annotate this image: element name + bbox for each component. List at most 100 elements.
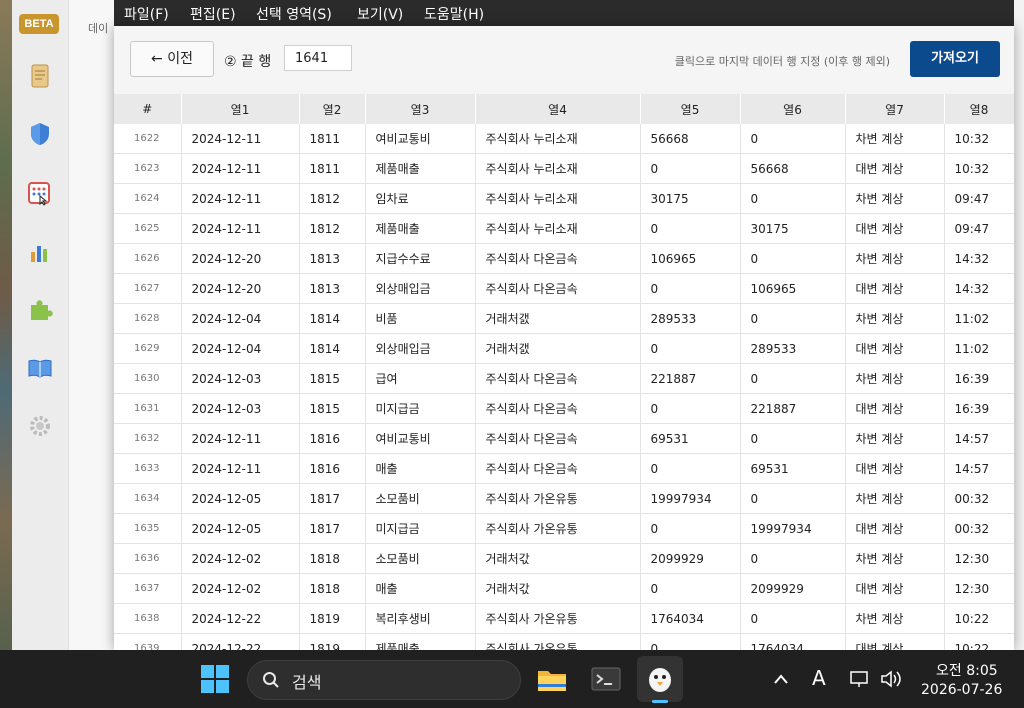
table-cell-col8[interactable]: 16:39 [944,393,1014,424]
table-row[interactable]: 1631 2024-12-03 1815 미지급금 주식회사 다온금속 0 221887 대변… [114,393,1014,424]
shield-icon[interactable] [26,120,54,148]
table-cell-col3[interactable]: 소모품비 [365,543,476,574]
table-cell-col3[interactable]: 복리후생비 [365,603,476,634]
table-cell-col3[interactable]: 소모품비 [365,483,476,514]
scroll-icon[interactable] [26,62,54,90]
taskbar-search-box[interactable] [247,660,521,700]
table-cell-col8[interactable]: 09:47 [944,183,1014,214]
table-cell-col4[interactable]: 주식회사 누리소재 [475,153,641,184]
row-number[interactable]: 1626 [114,243,182,274]
table-cell-col3[interactable]: 제품매출 [365,153,476,184]
table-cell-col4[interactable]: 주식회사 누리소재 [475,183,641,214]
table-cell-col4[interactable]: 주식회사 가온유통 [475,603,641,634]
table-cell-col3[interactable]: 비품 [365,303,476,334]
table-cell-col1[interactable]: 2024-12-11 [181,423,300,454]
table-cell-col5[interactable]: 30175 [640,183,741,214]
table-cell-col7[interactable]: 대변 계상 [845,453,945,484]
table-row[interactable]: 1626 2024-12-20 1813 지급수수료 주식회사 다온금속 106965 0 차… [114,243,1014,274]
table-cell-col2[interactable]: 1819 [299,603,366,634]
table-cell-col6[interactable]: 0 [740,243,846,274]
table-cell-col1[interactable]: 2024-12-03 [181,363,300,394]
table-cell-col2[interactable]: 1815 [299,393,366,424]
row-number[interactable]: 1639 [114,633,182,650]
table-cell-col6[interactable]: 106965 [740,273,846,304]
table-cell-col2[interactable]: 1817 [299,513,366,544]
table-cell-col8[interactable]: 14:57 [944,423,1014,454]
table-cell-col8[interactable]: 10:32 [944,124,1014,154]
table-cell-col4[interactable]: 주식회사 다온금속 [475,423,641,454]
table-row[interactable]: 1630 2024-12-03 1815 급여 주식회사 다온금속 221887 0 차변 계… [114,363,1014,394]
table-cell-col5[interactable]: 0 [640,393,741,424]
row-number[interactable]: 1624 [114,183,182,214]
table-cell-col3[interactable]: 외상매입금 [365,333,476,364]
puzzle-icon[interactable] [26,296,54,324]
row-number[interactable]: 1623 [114,153,182,184]
row-number[interactable]: 1633 [114,453,182,484]
table-cell-col1[interactable]: 2024-12-20 [181,243,300,274]
table-cell-col1[interactable]: 2024-12-11 [181,183,300,214]
table-cell-col7[interactable]: 차변 계상 [845,603,945,634]
table-cell-col2[interactable]: 1811 [299,124,366,154]
bird-app-icon[interactable] [644,664,676,694]
table-cell-col3[interactable]: 미지급금 [365,513,476,544]
table-cell-col1[interactable]: 2024-12-22 [181,603,300,634]
table-cell-col1[interactable]: 2024-12-04 [181,303,300,334]
table-cell-col1[interactable]: 2024-12-22 [181,633,300,650]
table-cell-col8[interactable]: 10:22 [944,603,1014,634]
book-icon[interactable] [26,354,54,382]
table-row[interactable]: 1635 2024-12-05 1817 미지급금 주식회사 가온유통 0 19997934… [114,513,1014,544]
table-cell-col5[interactable]: 56668 [640,124,741,154]
table-cell-col7[interactable]: 대변 계상 [845,213,945,244]
table-cell-col5[interactable]: 69531 [640,423,741,454]
row-number[interactable]: 1625 [114,213,182,244]
table-cell-col2[interactable]: 1813 [299,243,366,274]
table-cell-col3[interactable]: 여비교통비 [365,124,476,154]
table-row[interactable]: 1628 2024-12-04 1814 비품 거래처갨 289533 0 차변 계상 11:0… [114,303,1014,334]
table-cell-col8[interactable]: 00:32 [944,483,1014,514]
table-cell-col4[interactable]: 주식회사 다온금속 [475,393,641,424]
table-cell-col1[interactable]: 2024-12-02 [181,543,300,574]
row-number[interactable]: 1630 [114,363,182,394]
row-number[interactable]: 1637 [114,573,182,604]
table-cell-col6[interactable]: 0 [740,183,846,214]
table-cell-col6[interactable]: 30175 [740,213,846,244]
table-cell-col2[interactable]: 1817 [299,483,366,514]
table-cell-col7[interactable]: 차변 계상 [845,543,945,574]
table-cell-col5[interactable]: 289533 [640,303,741,334]
table-cell-col4[interactable]: 거래처갃 [475,573,641,604]
clock-date[interactable]: 2026-07-26 [921,682,1002,698]
row-number[interactable]: 1627 [114,273,182,304]
table-cell-col6[interactable]: 56668 [740,153,846,184]
table-cell-col6[interactable]: 19997934 [740,513,846,544]
table-cell-col5[interactable]: 0 [640,633,741,650]
table-cell-col5[interactable]: 0 [640,513,741,544]
table-cell-col4[interactable]: 주식회사 다온금속 [475,243,641,274]
table-cell-col4[interactable]: 주식회사 누리소재 [475,124,641,154]
fetch-button[interactable]: 가져오기 [910,41,1000,77]
table-cell-col7[interactable]: 차변 계상 [845,483,945,514]
table-cell-col5[interactable]: 0 [640,333,741,364]
table-cell-col1[interactable]: 2024-12-11 [181,213,300,244]
table-cell-col4[interactable]: 거래처갨 [475,303,641,334]
table-cell-col2[interactable]: 1814 [299,303,366,334]
table-cell-col8[interactable]: 14:32 [944,273,1014,304]
table-cell-col3[interactable]: 제품매출 [365,633,476,650]
table-cell-col7[interactable]: 대변 계상 [845,573,945,604]
menu-help[interactable]: 도움말(H) [424,4,484,24]
menu-selection[interactable]: 선택 영역(S) [256,4,332,24]
windows-start-icon[interactable] [200,664,230,694]
row-number[interactable]: 1629 [114,333,182,364]
table-cell-col2[interactable]: 1819 [299,633,366,650]
table-cell-col4[interactable]: 주식회사 가온유통 [475,513,641,544]
table-cell-col8[interactable]: 10:32 [944,153,1014,184]
table-cell-col2[interactable]: 1812 [299,213,366,244]
table-cell-col7[interactable]: 대변 계상 [845,513,945,544]
table-cell-col4[interactable]: 주식회사 다온금속 [475,363,641,394]
table-cell-col5[interactable]: 0 [640,213,741,244]
table-cell-col5[interactable]: 0 [640,573,741,604]
table-row[interactable]: 1622 2024-12-11 1811 여비교통비 주식회사 누리소재 56668 0 차변… [114,124,1014,154]
table-cell-col2[interactable]: 1811 [299,153,366,184]
table-cell-col7[interactable]: 대변 계상 [845,393,945,424]
file-explorer-icon[interactable] [536,664,568,694]
table-cell-col3[interactable]: 여비교통비 [365,423,476,454]
